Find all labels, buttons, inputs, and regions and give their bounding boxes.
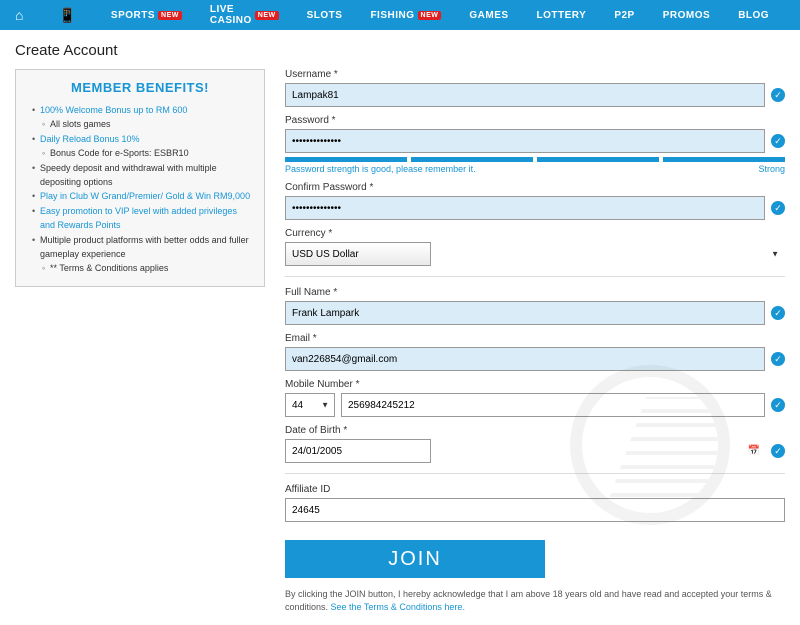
- field-dob: Date of Birth * 📅 ✓: [285, 425, 785, 463]
- benefit-item[interactable]: 100% Welcome Bonus up to RM 600: [32, 103, 252, 117]
- field-affiliate: Affiliate ID: [285, 484, 785, 522]
- field-username: Username * ✓: [285, 69, 785, 107]
- nav-games[interactable]: GAMES: [469, 10, 508, 21]
- username-label: Username *: [285, 69, 785, 80]
- currency-label: Currency *: [285, 228, 785, 239]
- top-navigation: ⌂ 📱 SPORTSNEW LIVE CASINONEW SLOTS FISHI…: [0, 0, 800, 30]
- password-strength-text: Password strength is good, please rememb…: [285, 164, 785, 174]
- check-icon: ✓: [771, 306, 785, 320]
- field-mobile: Mobile Number * ✓: [285, 379, 785, 417]
- affiliate-label: Affiliate ID: [285, 484, 785, 495]
- benefits-list: 100% Welcome Bonus up to RM 600 All slot…: [28, 103, 252, 276]
- terms-link[interactable]: See the Terms & Conditions here.: [331, 602, 465, 612]
- field-currency: Currency *: [285, 228, 785, 266]
- benefit-item: Bonus Code for e-Sports: ESBR10: [32, 146, 252, 160]
- benefit-item[interactable]: Easy promotion to VIP level with added p…: [32, 204, 252, 233]
- mobile-icon[interactable]: 📱: [58, 7, 75, 24]
- check-icon: ✓: [771, 444, 785, 458]
- registration-form: Username * ✓ Password * ✓ Password stren…: [285, 69, 785, 613]
- page-title: Create Account: [15, 42, 785, 59]
- benefit-item: ** Terms & Conditions applies: [32, 261, 252, 275]
- disclaimer-text: By clicking the JOIN button, I hereby ac…: [285, 588, 785, 613]
- confirm-password-input[interactable]: [285, 196, 765, 220]
- password-label: Password *: [285, 115, 785, 126]
- dob-label: Date of Birth *: [285, 425, 785, 436]
- nav-fishing[interactable]: FISHINGNEW: [370, 10, 441, 21]
- email-label: Email *: [285, 333, 785, 344]
- benefit-item: Speedy deposit and withdrawal with multi…: [32, 161, 252, 190]
- email-input[interactable]: [285, 347, 765, 371]
- nav-promos[interactable]: PROMOS: [663, 10, 710, 21]
- field-confirm-password: Confirm Password * ✓: [285, 182, 785, 220]
- home-icon[interactable]: ⌂: [15, 7, 23, 23]
- nav-live-casino[interactable]: LIVE CASINONEW: [210, 4, 279, 26]
- new-badge: NEW: [255, 11, 279, 20]
- mobile-input[interactable]: [341, 393, 765, 417]
- divider: [285, 473, 785, 474]
- benefit-item[interactable]: Play in Club W Grand/Premier/ Gold & Win…: [32, 189, 252, 203]
- nav-sports[interactable]: SPORTSNEW: [111, 10, 182, 21]
- password-strength-bar: [285, 157, 785, 162]
- new-badge: NEW: [418, 11, 442, 20]
- affiliate-input[interactable]: [285, 498, 785, 522]
- benefits-box: MEMBER BENEFITS! 100% Welcome Bonus up t…: [15, 69, 265, 287]
- check-icon: ✓: [771, 134, 785, 148]
- field-password: Password * ✓ Password strength is good, …: [285, 115, 785, 174]
- benefit-item[interactable]: Daily Reload Bonus 10%: [32, 132, 252, 146]
- nav-slots[interactable]: SLOTS: [307, 10, 343, 21]
- username-input[interactable]: [285, 83, 765, 107]
- divider: [285, 276, 785, 277]
- check-icon: ✓: [771, 88, 785, 102]
- nav-p2p[interactable]: P2P: [614, 10, 634, 21]
- new-badge: NEW: [158, 11, 182, 20]
- benefit-item: All slots games: [32, 117, 252, 131]
- check-icon: ✓: [771, 398, 785, 412]
- dob-input[interactable]: [285, 439, 431, 463]
- nav-lottery[interactable]: LOTTERY: [537, 10, 587, 21]
- check-icon: ✓: [771, 201, 785, 215]
- join-button[interactable]: JOIN: [285, 540, 545, 578]
- field-email: Email * ✓: [285, 333, 785, 371]
- fullname-input[interactable]: [285, 301, 765, 325]
- mobile-label: Mobile Number *: [285, 379, 785, 390]
- sidebar: MEMBER BENEFITS! 100% Welcome Bonus up t…: [15, 69, 265, 613]
- confirm-password-label: Confirm Password *: [285, 182, 785, 193]
- currency-select[interactable]: [285, 242, 431, 266]
- nav-blog[interactable]: BLOG: [738, 10, 769, 21]
- fullname-label: Full Name *: [285, 287, 785, 298]
- benefits-title: MEMBER BENEFITS!: [28, 80, 252, 95]
- password-input[interactable]: [285, 129, 765, 153]
- field-fullname: Full Name * ✓: [285, 287, 785, 325]
- country-code-select[interactable]: [285, 393, 335, 417]
- calendar-icon[interactable]: 📅: [748, 446, 760, 457]
- check-icon: ✓: [771, 352, 785, 366]
- benefit-item: Multiple product platforms with better o…: [32, 233, 252, 262]
